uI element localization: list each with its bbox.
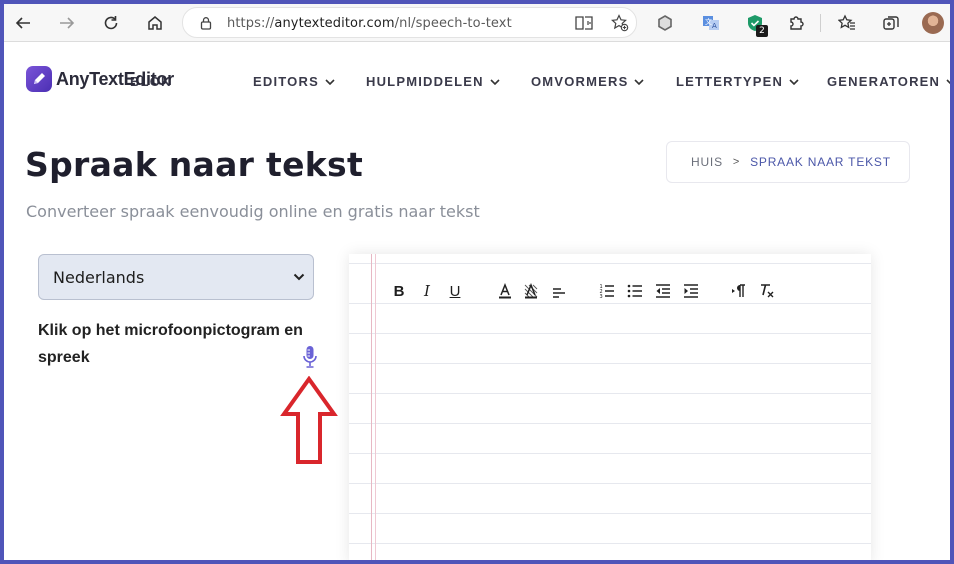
browser-window: https://anytexteditor.com/nl/speech-to-t… — [4, 4, 950, 560]
url-path: /nl/speech-to-text — [394, 16, 512, 31]
chevron-down-icon — [293, 273, 305, 281]
nav-label: OMVORMERS — [531, 74, 629, 89]
chevron-down-icon — [634, 78, 645, 85]
nav-label: GENERATOREN — [827, 74, 941, 89]
collections-icon — [883, 16, 899, 30]
site-header: BLOK AnyTextEditor EDITORS HULPMIDDELEN … — [4, 42, 950, 112]
font-color-icon — [499, 283, 511, 299]
url-host: anytexteditor.com — [274, 16, 395, 31]
breadcrumb-separator: > — [732, 156, 741, 168]
ordered-list-button[interactable]: 123 — [597, 280, 617, 302]
nav-label: EDITORS — [253, 74, 319, 89]
chevron-down-icon — [490, 78, 500, 85]
collections-button[interactable] — [876, 8, 906, 38]
language-selected-value: Nederlands — [53, 267, 145, 287]
bold-label: B — [393, 282, 405, 300]
home-button[interactable] — [140, 8, 170, 38]
bold-button[interactable]: B — [389, 280, 409, 302]
outdent-button[interactable] — [653, 280, 673, 302]
editor-toolbar: B I U 123 — [349, 276, 871, 306]
text-direction-button[interactable] — [729, 280, 749, 302]
breadcrumb-home[interactable]: HUIS — [691, 155, 723, 169]
nav-item-omvormers[interactable]: OMVORMERS — [531, 74, 645, 89]
logo-icon[interactable] — [26, 66, 52, 92]
bullet-list-button[interactable] — [625, 280, 645, 302]
puzzle-icon — [790, 16, 804, 30]
svg-text:A: A — [712, 22, 717, 30]
favorites-button[interactable] — [832, 8, 862, 38]
text-direction-icon — [732, 284, 745, 297]
italic-button[interactable]: I — [417, 280, 437, 302]
browser-toolbar: https://anytexteditor.com/nl/speech-to-t… — [4, 4, 950, 42]
highlight-button[interactable] — [521, 280, 541, 302]
reader-view-icon[interactable] — [575, 15, 593, 31]
indent-icon — [684, 284, 698, 298]
lock-icon — [200, 17, 212, 30]
chevron-down-icon — [325, 78, 335, 85]
translate-icon: 文A — [703, 16, 719, 30]
clear-format-button[interactable] — [757, 280, 777, 302]
indent-button[interactable] — [681, 280, 701, 302]
outdent-icon — [656, 284, 670, 298]
translate-button[interactable]: 文A — [696, 8, 726, 38]
chevron-down-icon — [789, 78, 799, 85]
svg-text:3: 3 — [600, 294, 603, 299]
hexagon-icon — [658, 15, 672, 31]
back-button[interactable] — [8, 8, 38, 38]
underline-button[interactable]: U — [445, 280, 465, 302]
forward-button[interactable] — [52, 8, 82, 38]
clear-format-icon — [761, 284, 774, 298]
brand-name[interactable]: AnyTextEditor — [56, 69, 174, 90]
nav-label: HULPMIDDELEN — [366, 74, 484, 89]
nav-item-editors[interactable]: EDITORS — [253, 74, 335, 89]
arrow-left-icon — [15, 17, 30, 29]
breadcrumb: HUIS > SPRAAK NAAR TEKST — [666, 141, 910, 183]
underline-label: U — [449, 282, 461, 300]
ordered-list-icon: 123 — [600, 284, 614, 299]
breadcrumb-current: SPRAAK NAAR TEKST — [750, 155, 891, 169]
instruction-text: Klik op het microfoonpictogram en spreek — [38, 322, 303, 366]
svg-text:文: 文 — [705, 17, 712, 26]
arrow-right-icon — [60, 17, 75, 29]
url-prefix: https:// — [227, 16, 275, 31]
page-title: Spraak naar tekst — [25, 145, 364, 184]
page-subtitle: Converteer spraak eenvoudig online en gr… — [26, 202, 480, 221]
toolbar-separator — [820, 14, 821, 32]
pencil-icon — [34, 73, 45, 84]
italic-label: I — [424, 282, 430, 300]
text-editor[interactable]: B I U 123 — [349, 254, 871, 560]
nav-label: LETTERTYPEN — [676, 74, 784, 89]
refresh-button[interactable] — [96, 8, 126, 38]
font-color-button[interactable] — [495, 280, 515, 302]
extension-button-1[interactable] — [650, 8, 680, 38]
nav-item-hulpmiddelen[interactable]: HULPMIDDELEN — [366, 74, 500, 89]
red-arrow-annotation — [280, 376, 338, 464]
chevron-down-icon — [946, 78, 950, 84]
address-bar[interactable]: https://anytexteditor.com/nl/speech-to-t… — [182, 7, 637, 38]
highlight-icon — [524, 283, 538, 299]
bullet-list-icon — [627, 284, 642, 298]
url-text: https://anytexteditor.com/nl/speech-to-t… — [227, 16, 512, 31]
home-icon — [148, 16, 162, 30]
extensions-button[interactable] — [782, 8, 812, 38]
microphone-icon[interactable] — [302, 345, 318, 369]
favorites-star-icon — [838, 14, 855, 30]
align-button[interactable] — [549, 280, 569, 302]
nav-item-lettertypen[interactable]: LETTERTYPEN — [676, 74, 799, 89]
profile-avatar[interactable] — [922, 12, 944, 34]
language-select[interactable]: Nederlands — [38, 254, 314, 300]
add-favorite-icon[interactable] — [611, 14, 629, 32]
align-left-icon — [553, 288, 565, 298]
extension-count-badge: 2 — [756, 25, 768, 37]
nav-item-generatoren[interactable]: GENERATOREN — [827, 74, 950, 89]
refresh-icon — [104, 16, 118, 30]
